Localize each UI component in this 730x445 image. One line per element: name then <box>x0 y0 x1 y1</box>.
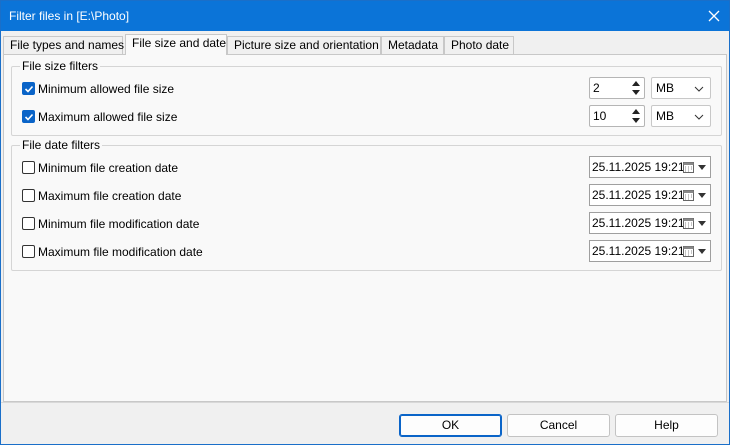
chevron-down-icon <box>694 114 704 120</box>
window-title: Filter files in [E:\Photo] <box>9 9 130 23</box>
checkbox-checked-icon <box>22 110 35 123</box>
min-file-size-spinner[interactable]: 2 <box>589 77 645 99</box>
max-file-size-checkbox[interactable]: Maximum allowed file size <box>22 109 177 125</box>
title-bar[interactable]: Filter files in [E:\Photo] <box>1 1 729 31</box>
checkbox-checked-icon <box>22 82 35 95</box>
close-icon <box>708 10 720 22</box>
help-button[interactable]: Help <box>615 414 718 437</box>
calendar-icon <box>683 218 694 229</box>
min-creation-date-checkbox[interactable]: Minimum file creation date <box>22 160 178 176</box>
tab-picture-size-and-orientation[interactable]: Picture size and orientation <box>227 36 381 55</box>
tab-file-types-and-names[interactable]: File types and names <box>3 36 125 55</box>
max-creation-date-picker[interactable]: 25.11.2025 19:21 <box>589 184 711 206</box>
close-button[interactable] <box>699 1 729 31</box>
min-file-size-checkbox[interactable]: Minimum allowed file size <box>22 81 174 97</box>
max-creation-date-checkbox[interactable]: Maximum file creation date <box>22 188 181 204</box>
checkbox-label: Maximum file modification date <box>38 245 203 259</box>
checkbox-label: Maximum allowed file size <box>38 110 178 124</box>
tab-label: File types and names <box>10 38 125 52</box>
checkbox-label: Minimum file modification date <box>38 217 200 231</box>
spin-up-icon[interactable] <box>630 107 642 116</box>
calendar-icon <box>683 190 694 201</box>
file-date-filters-group: File date filters Minimum file creation … <box>11 138 722 271</box>
group-title: File size filters <box>20 59 101 73</box>
spinner-value: 10 <box>593 109 607 123</box>
date-value: 25.11.2025 19:21 <box>592 160 685 174</box>
spinner-value: 2 <box>593 81 600 95</box>
spin-down-icon[interactable] <box>630 116 642 125</box>
min-modification-date-checkbox[interactable]: Minimum file modification date <box>22 216 199 232</box>
min-creation-date-picker[interactable]: 25.11.2025 19:21 <box>589 156 711 178</box>
tab-panel-file-size-and-date: File size filters Minimum allowed file s… <box>3 54 727 402</box>
group-title: File date filters <box>20 138 103 152</box>
tab-file-size-and-date[interactable]: File size and date <box>125 34 227 55</box>
min-modification-date-picker[interactable]: 25.11.2025 19:21 <box>589 212 711 234</box>
checkbox-unchecked-icon <box>22 161 35 174</box>
tab-label: Photo date <box>451 38 510 52</box>
date-value: 25.11.2025 19:21 <box>592 244 685 258</box>
select-value: MB <box>656 109 674 123</box>
chevron-down-icon <box>694 86 704 92</box>
ok-button[interactable]: OK <box>399 414 502 437</box>
checkbox-label: Maximum file creation date <box>38 189 182 203</box>
max-file-size-spinner[interactable]: 10 <box>589 105 645 127</box>
file-size-filters-group: File size filters Minimum allowed file s… <box>11 59 722 136</box>
tab-label: Picture size and orientation <box>234 38 379 52</box>
checkbox-label: Minimum allowed file size <box>38 82 175 96</box>
checkbox-unchecked-icon <box>22 189 35 202</box>
date-value: 25.11.2025 19:21 <box>592 188 685 202</box>
cancel-button[interactable]: Cancel <box>507 414 610 437</box>
checkbox-label: Minimum file creation date <box>38 161 179 175</box>
chevron-down-icon <box>698 193 706 198</box>
tab-photo-date[interactable]: Photo date <box>444 36 514 55</box>
date-value: 25.11.2025 19:21 <box>592 216 685 230</box>
max-file-size-unit-select[interactable]: MB <box>651 105 711 127</box>
tab-strip: File types and names File size and date … <box>3 34 727 55</box>
checkbox-unchecked-icon <box>22 217 35 230</box>
calendar-icon <box>683 246 694 257</box>
select-value: MB <box>656 81 674 95</box>
chevron-down-icon <box>698 221 706 226</box>
spin-down-icon[interactable] <box>630 88 642 97</box>
chevron-down-icon <box>698 165 706 170</box>
max-modification-date-checkbox[interactable]: Maximum file modification date <box>22 244 203 260</box>
filter-files-dialog: Filter files in [E:\Photo] File types an… <box>0 0 730 445</box>
tab-metadata[interactable]: Metadata <box>381 36 444 55</box>
tab-label: Metadata <box>388 38 439 52</box>
min-file-size-unit-select[interactable]: MB <box>651 77 711 99</box>
chevron-down-icon <box>698 249 706 254</box>
max-modification-date-picker[interactable]: 25.11.2025 19:21 <box>589 240 711 262</box>
footer-divider <box>1 402 729 403</box>
spin-up-icon[interactable] <box>630 79 642 88</box>
calendar-icon <box>683 162 694 173</box>
checkbox-unchecked-icon <box>22 245 35 258</box>
tab-label: File size and date <box>132 36 227 50</box>
